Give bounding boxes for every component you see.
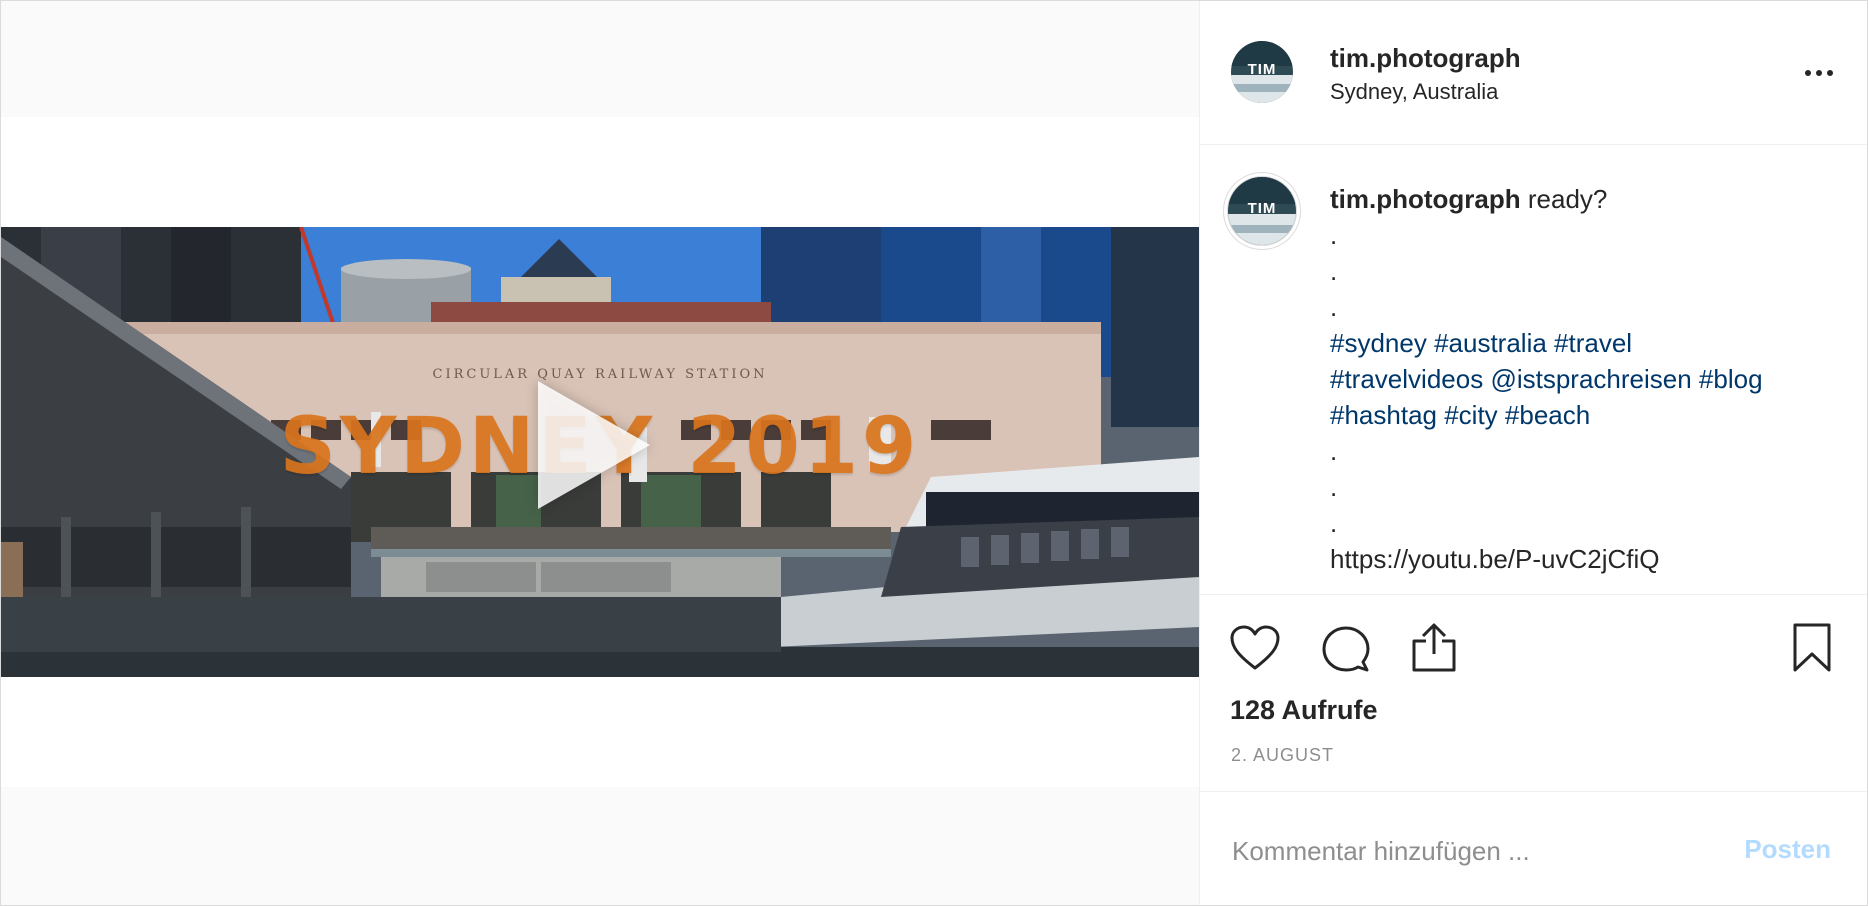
comment-form: Posten bbox=[1200, 792, 1867, 906]
play-icon[interactable] bbox=[538, 381, 650, 509]
hashtag-link[interactable]: #travelvideos bbox=[1330, 364, 1483, 394]
caption-dot: . bbox=[1330, 220, 1338, 250]
caption-dot: . bbox=[1330, 436, 1338, 466]
post-date[interactable]: 2. AUGUST bbox=[1231, 745, 1334, 766]
caption-dot: . bbox=[1330, 472, 1338, 502]
hashtag-link[interactable]: #australia bbox=[1434, 328, 1547, 358]
video-player[interactable]: CIRCULAR QUAY RAILWAY STATION SYDNEY 201… bbox=[1, 227, 1199, 677]
author-username[interactable]: tim.photograph bbox=[1330, 43, 1521, 74]
more-icon[interactable] bbox=[1805, 70, 1833, 76]
post-side-panel: TIM tim.photograph Sydney, Australia TIM… bbox=[1199, 1, 1867, 905]
station-sign-text: CIRCULAR QUAY RAILWAY STATION bbox=[432, 367, 768, 382]
action-bar: 128 Aufrufe 2. AUGUST bbox=[1200, 595, 1867, 792]
media-area: CIRCULAR QUAY RAILWAY STATION SYDNEY 201… bbox=[1, 1, 1199, 905]
hashtag-link[interactable]: #sydney bbox=[1330, 328, 1427, 358]
caption-body: ready? bbox=[1527, 184, 1608, 214]
caption-section: TIM tim.photograph ready? . . . #sydney … bbox=[1200, 145, 1867, 595]
share-icon[interactable] bbox=[1410, 623, 1458, 678]
caption-avatar-label: TIM bbox=[1247, 200, 1277, 217]
caption-author[interactable]: tim.photograph bbox=[1330, 184, 1521, 214]
caption-text: tim.photograph ready? . . . #sydney #aus… bbox=[1330, 181, 1850, 577]
caption-dot: . bbox=[1330, 508, 1338, 538]
caption-url[interactable]: https://youtu.be/P-uvC2jCfiQ bbox=[1330, 541, 1850, 577]
caption-dot: . bbox=[1330, 256, 1338, 286]
hashtag-link[interactable]: #blog bbox=[1699, 364, 1763, 394]
hashtag-link[interactable]: #beach bbox=[1505, 400, 1590, 430]
heart-icon[interactable] bbox=[1230, 625, 1280, 676]
caption-dot: . bbox=[1330, 292, 1338, 322]
view-count[interactable]: 128 Aufrufe bbox=[1230, 695, 1378, 726]
post-location[interactable]: Sydney, Australia bbox=[1330, 79, 1498, 105]
mention-link[interactable]: @istsprachreisen bbox=[1490, 364, 1691, 394]
post-header: TIM tim.photograph Sydney, Australia bbox=[1200, 1, 1867, 145]
bookmark-icon[interactable] bbox=[1793, 623, 1831, 678]
hashtag-link[interactable]: #hashtag bbox=[1330, 400, 1437, 430]
avatar-label: TIM bbox=[1247, 61, 1277, 78]
post-dialog: CIRCULAR QUAY RAILWAY STATION SYDNEY 201… bbox=[0, 0, 1868, 906]
post-comment-button[interactable]: Posten bbox=[1744, 834, 1831, 865]
comment-input[interactable] bbox=[1230, 830, 1704, 872]
comment-icon[interactable] bbox=[1322, 625, 1370, 678]
caption-avatar[interactable]: TIM bbox=[1228, 177, 1296, 245]
hashtag-link[interactable]: #city bbox=[1444, 400, 1497, 430]
avatar[interactable]: TIM bbox=[1231, 41, 1293, 103]
hashtag-link[interactable]: #travel bbox=[1554, 328, 1632, 358]
